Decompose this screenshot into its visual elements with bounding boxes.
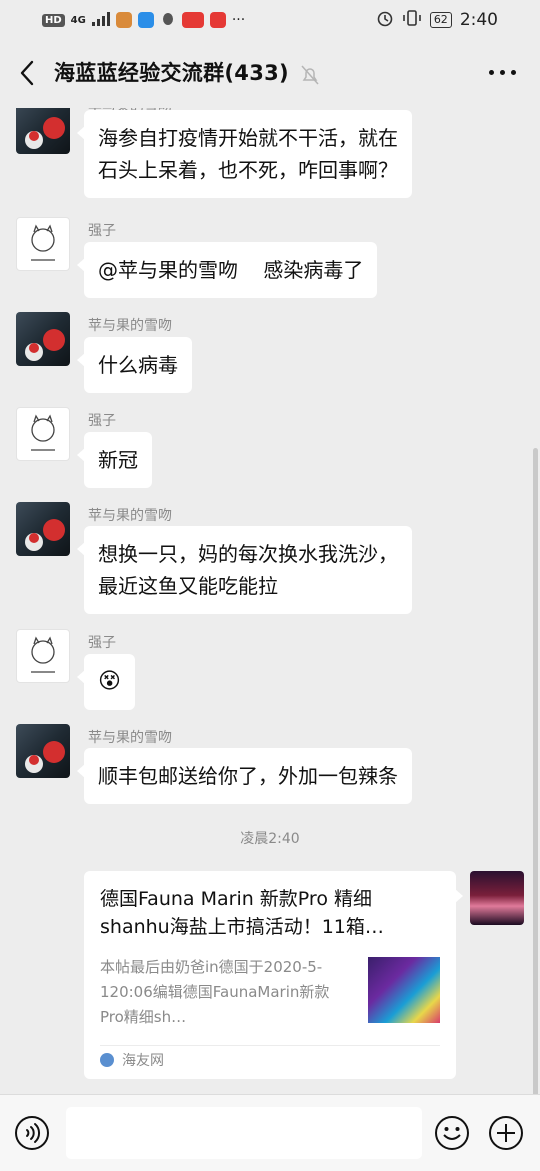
message-timestamp: 凌晨2:40: [240, 831, 300, 847]
avatar-sender-cat[interactable]: [16, 217, 70, 271]
avatar-sender-mario[interactable]: [16, 108, 70, 154]
more-notifications-icon: ···: [231, 12, 246, 28]
signal-bars-icon: [91, 11, 110, 30]
more-functions-button[interactable]: [488, 1115, 524, 1155]
signal-label: 4G: [70, 14, 86, 26]
sender-name: 苹与果的雪吻: [88, 318, 172, 334]
message-bubble[interactable]: 顺丰包邮送给你了，外加一包辣条: [77, 748, 412, 804]
link-card-thumbnail: [368, 957, 440, 1023]
sender-name: 强子: [88, 635, 116, 651]
game-app-icon: [115, 12, 132, 28]
sender-name: 苹与果的雪吻: [88, 508, 172, 524]
mute-bell-icon: [300, 64, 320, 90]
link-card-title: 德国Fauna Marin 新款Pro 精细shanhu海盐上市搞活动！11箱…: [100, 888, 384, 938]
source-site-icon: [100, 1053, 114, 1067]
sender-name: 强子: [88, 413, 116, 429]
avatar-sender-mario[interactable]: [16, 724, 70, 778]
more-button[interactable]: [489, 70, 516, 75]
clock-time: 2:40: [459, 10, 498, 30]
voice-icon: [15, 1116, 49, 1150]
message-bubble[interactable]: 什么病毒: [77, 337, 192, 393]
message-bubble-emoji[interactable]: 😵: [77, 654, 135, 710]
input-bar: [0, 1094, 540, 1171]
avatar-sender-cat[interactable]: [16, 629, 70, 683]
more-icon: [489, 70, 494, 75]
avatar-self[interactable]: [470, 871, 524, 925]
link-card[interactable]: 德国Fauna Marin 新款Pro 精细shanhu海盐上市搞活动！11箱……: [84, 871, 463, 1079]
chat-header: 海蓝蓝经验交流群(433): [0, 40, 540, 108]
book-app-icon: [209, 12, 226, 28]
weibo-app-icon: [181, 12, 204, 28]
back-arrow-icon: [20, 60, 34, 86]
message-input[interactable]: [66, 1107, 422, 1159]
chat-message-list[interactable]: 苹与果的雪吻 海参自打疫情开始就不干活，就在 石头上呆着，也不死，咋回事啊？ 强…: [0, 108, 540, 1094]
telegram-app-icon: [137, 12, 154, 28]
emoji-button[interactable]: [434, 1115, 470, 1155]
emoji-icon: [435, 1116, 469, 1150]
avatar-sender-cat[interactable]: [16, 407, 70, 461]
plus-icon: [489, 1116, 523, 1150]
qq-app-icon: [160, 10, 176, 30]
network-badge: HD: [42, 13, 65, 27]
status-bar: HD 4G ··· 62 2:40: [0, 0, 540, 40]
group-title: 海蓝蓝经验交流群(433): [54, 61, 289, 85]
avatar-sender-mario[interactable]: [16, 312, 70, 366]
avatar-sender-mario[interactable]: [16, 502, 70, 556]
battery-level: 62: [429, 12, 452, 28]
link-card-divider: [100, 1045, 440, 1046]
sender-name: 苹与果的雪吻: [88, 730, 172, 746]
message-bubble[interactable]: 海参自打疫情开始就不干活，就在 石头上呆着，也不死，咋回事啊？: [77, 110, 412, 198]
alarm-icon: [376, 9, 394, 31]
message-bubble[interactable]: 新冠: [77, 432, 152, 488]
message-bubble[interactable]: @苹与果的雪吻 感染病毒了: [76, 242, 378, 298]
sender-name: 强子: [88, 223, 116, 239]
link-card-description: 本帖最后由奶爸in德国于2020-5-120:06编辑德国FaunaMarin新…: [100, 958, 330, 1026]
vibrate-icon: [402, 9, 422, 31]
back-button[interactable]: [16, 58, 44, 88]
message-bubble[interactable]: 想换一只，妈的每次换水我洗沙， 最近这鱼又能吃能拉: [77, 526, 412, 614]
chat-scrollbar[interactable]: [533, 448, 538, 1094]
voice-button[interactable]: [14, 1115, 50, 1155]
link-card-source: 海友网: [122, 1053, 164, 1069]
